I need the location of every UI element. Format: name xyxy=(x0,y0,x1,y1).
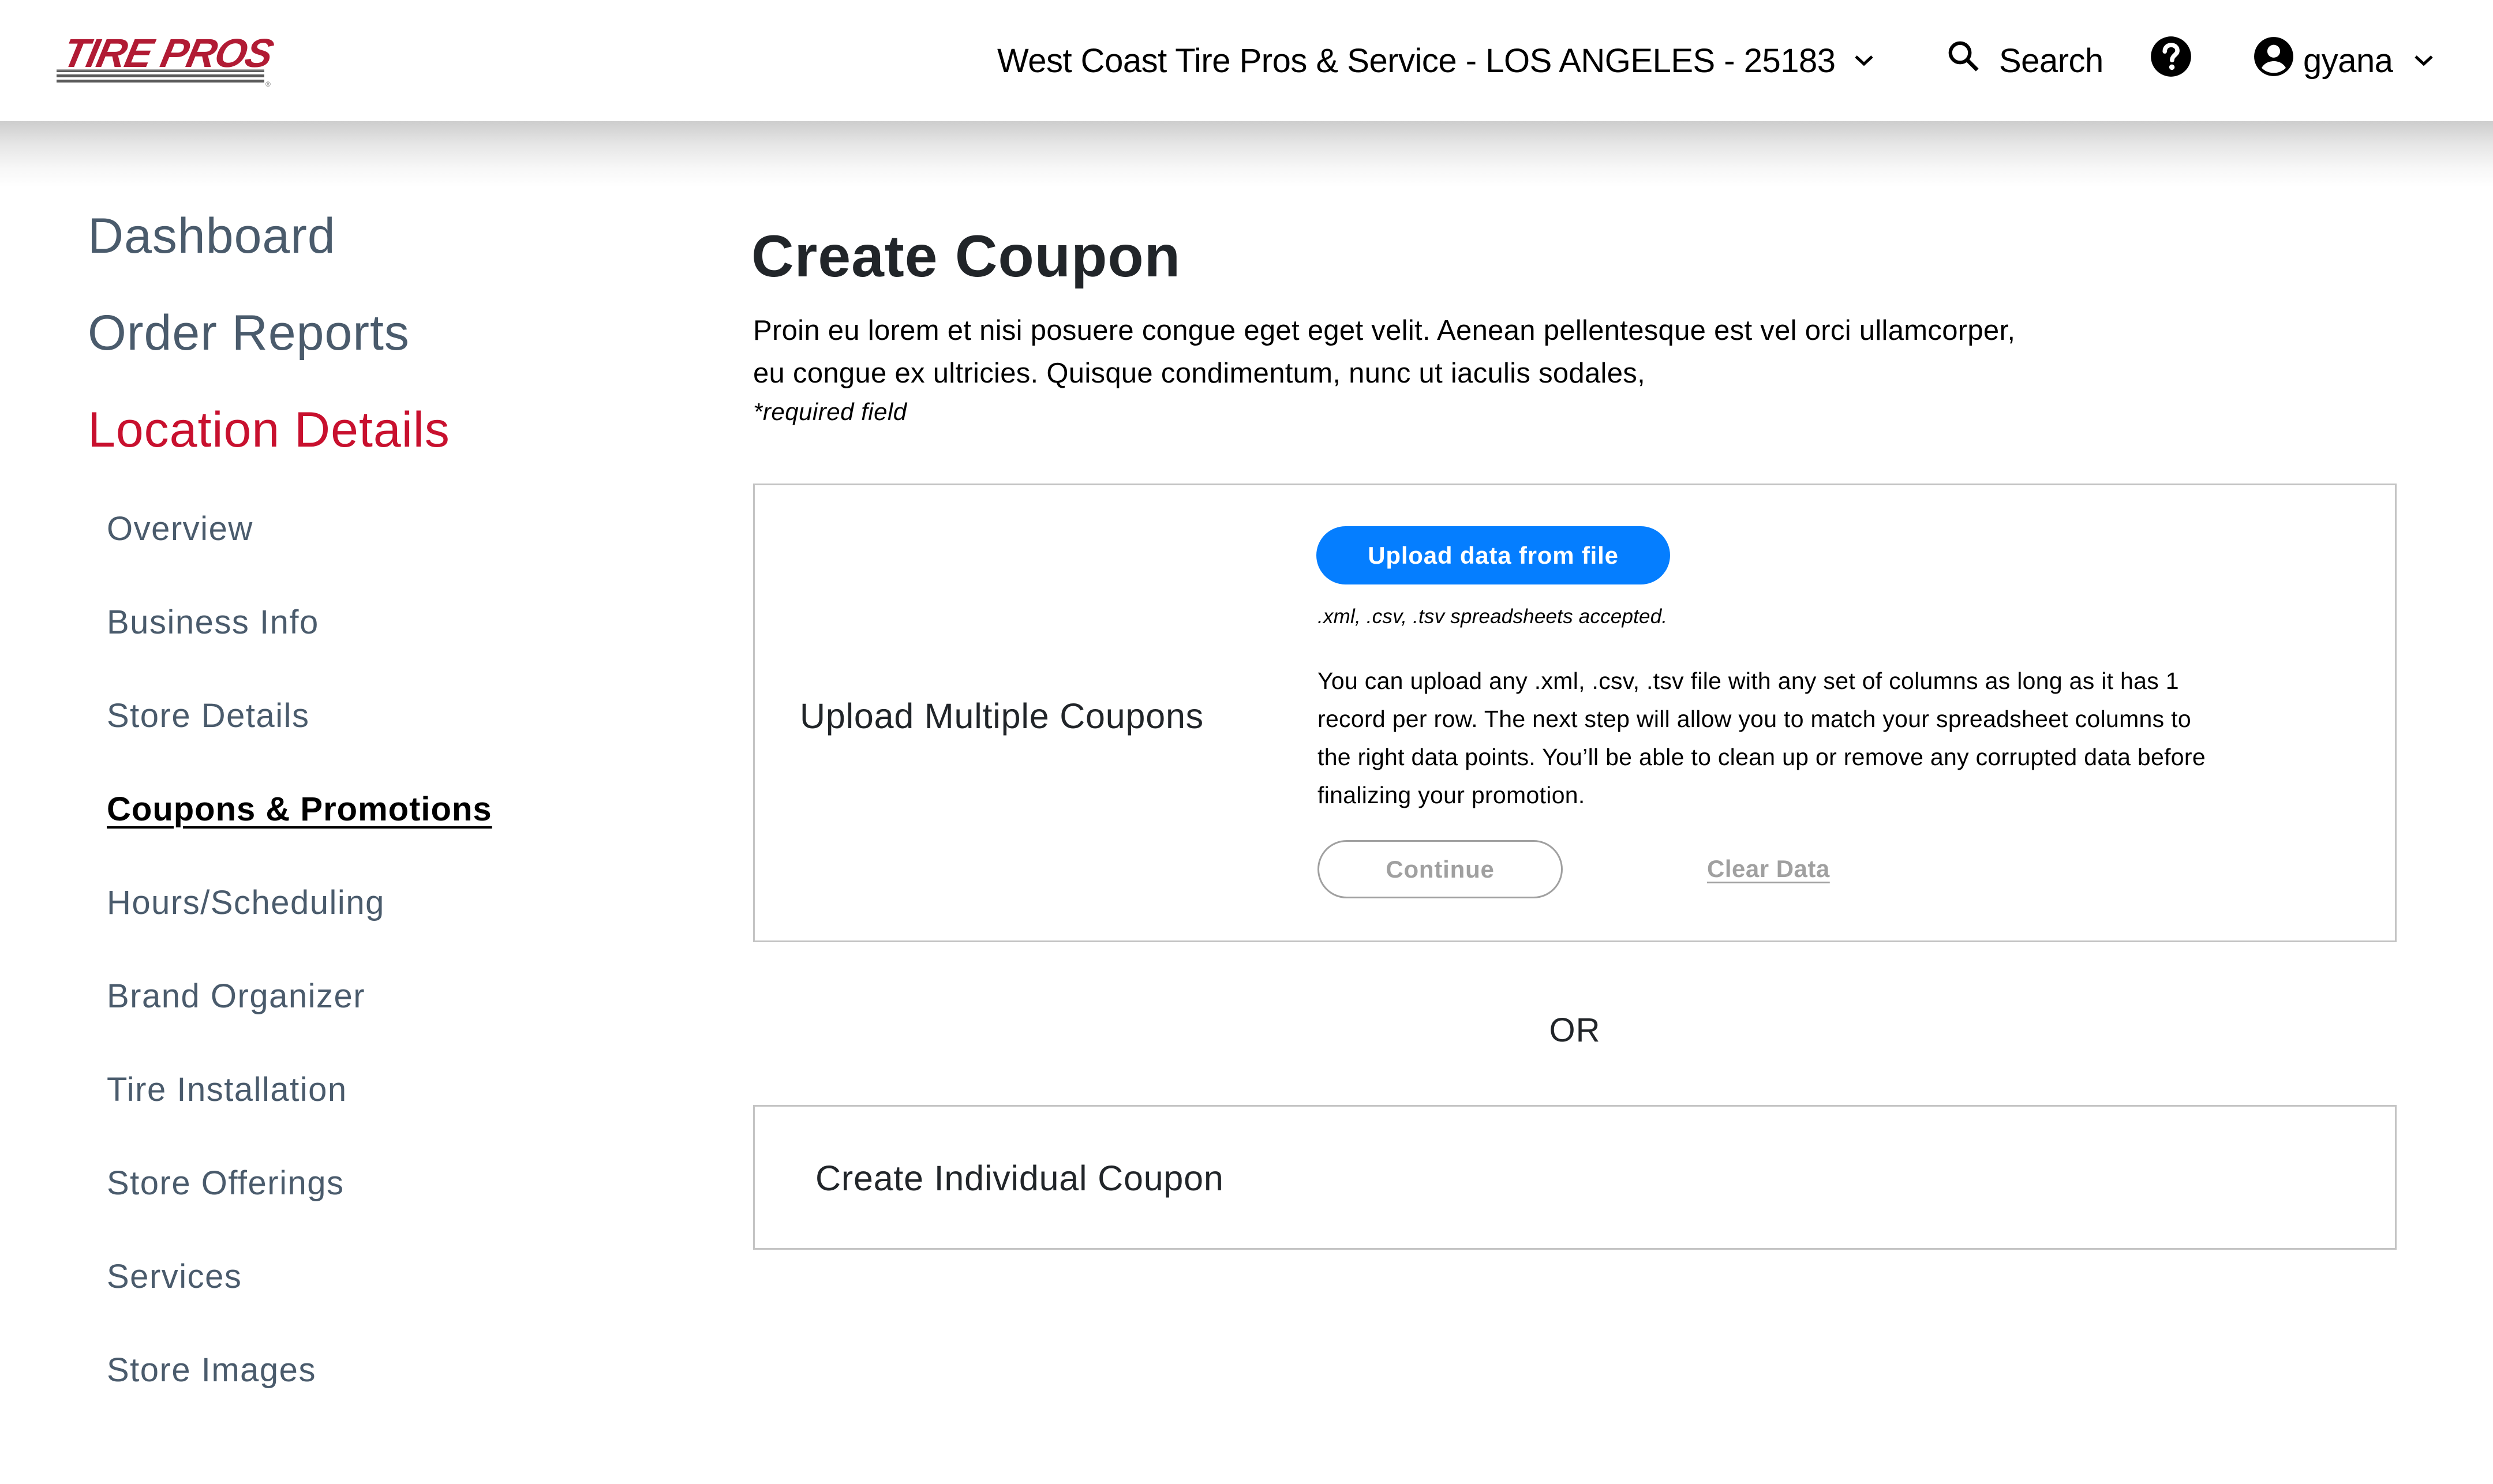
location-selector[interactable]: West Coast Tire Pros & Service - LOS ANG… xyxy=(997,0,1874,121)
upload-instructions: You can upload any .xml, .csv, .tsv file… xyxy=(1317,668,2206,808)
logo-text: TIRE PROS xyxy=(59,33,278,76)
sidebar-subitem-tire-installation[interactable]: Tire Installation xyxy=(107,1073,347,1107)
sidebar-subitem-brand-organizer[interactable]: Brand Organizer xyxy=(107,980,365,1013)
top-header: TIRE PROS ® West Coast Tire Pros & Servi… xyxy=(0,0,2493,121)
header-shadow xyxy=(0,121,2493,188)
sidebar-item-dashboard[interactable]: Dashboard xyxy=(88,211,336,261)
page-title: Create Coupon xyxy=(751,223,1181,289)
tire-pros-logo[interactable]: TIRE PROS ® xyxy=(57,33,299,91)
chevron-down-icon xyxy=(2414,54,2434,67)
search-icon xyxy=(1946,39,1982,83)
create-individual-coupon-card[interactable]: Create Individual Coupon xyxy=(753,1105,2397,1250)
logo-graphic: TIRE PROS ® xyxy=(57,33,278,88)
user-menu[interactable]: gyana xyxy=(2252,0,2434,121)
sidebar-subitem-store-images[interactable]: Store Images xyxy=(107,1354,316,1387)
search-label: Search xyxy=(1999,42,2103,80)
sidebar-subitem-business-info[interactable]: Business Info xyxy=(107,606,319,639)
account-circle-icon xyxy=(2252,35,2295,86)
upload-multiple-coupons-card: Upload Multiple Coupons Upload data from… xyxy=(753,484,2397,942)
accepted-file-types-note: .xml, .csv, .tsv spreadsheets accepted. xyxy=(1317,605,1668,628)
upload-multiple-coupons-label: Upload Multiple Coupons xyxy=(800,696,1204,736)
sidebar-subitem-coupons-promotions[interactable]: Coupons & Promotions xyxy=(107,793,492,826)
sidebar-item-order-reports[interactable]: Order Reports xyxy=(88,308,410,358)
sidebar-subitem-hours-scheduling[interactable]: Hours/Scheduling xyxy=(107,886,385,920)
chevron-down-icon xyxy=(1854,54,1874,67)
sidebar-item-location-details[interactable]: Location Details xyxy=(88,405,450,455)
help-circle-icon xyxy=(2149,35,2193,87)
sidebar-subitem-overview[interactable]: Overview xyxy=(107,512,253,546)
create-individual-coupon-label: Create Individual Coupon xyxy=(815,1159,1224,1198)
search-button[interactable]: Search xyxy=(1946,0,2103,121)
continue-button[interactable]: Continue xyxy=(1317,840,1563,898)
user-name: gyana xyxy=(2303,42,2393,80)
clear-data-link[interactable]: Clear Data xyxy=(1707,855,1830,883)
upload-data-from-file-button[interactable]: Upload data from file xyxy=(1316,526,1670,584)
svg-text:®: ® xyxy=(265,80,271,88)
sidebar-subitem-services[interactable]: Services xyxy=(107,1260,242,1294)
location-selector-label: West Coast Tire Pros & Service - LOS ANG… xyxy=(997,42,1836,80)
page-description: Proin eu lorem et nisi posuere congue eg… xyxy=(753,315,2016,389)
or-divider: OR xyxy=(1549,1011,1601,1049)
required-field-note: *required field xyxy=(753,398,907,425)
help-button[interactable] xyxy=(2149,0,2193,121)
sidebar-subitem-store-details[interactable]: Store Details xyxy=(107,699,310,733)
sidebar-subitem-store-offerings[interactable]: Store Offerings xyxy=(107,1167,345,1200)
